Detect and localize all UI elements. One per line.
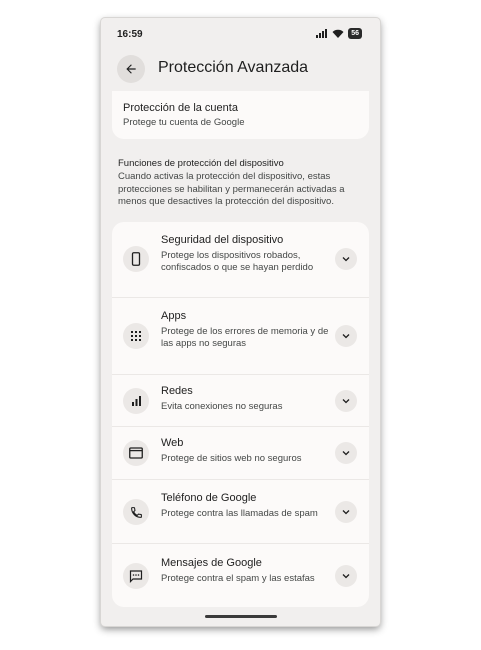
expand-button[interactable] bbox=[335, 501, 357, 523]
phone-device-icon bbox=[123, 246, 149, 272]
account-protection-subtitle: Protege tu cuenta de Google bbox=[123, 117, 245, 128]
phone-screen: 16:59 56 Protección Avanzada Protección … bbox=[101, 18, 380, 626]
item-title: Redes bbox=[161, 385, 193, 397]
cell-signal-icon bbox=[316, 29, 328, 38]
home-indicator[interactable] bbox=[205, 615, 277, 618]
account-protection-card[interactable]: Protección de la cuenta Protege tu cuent… bbox=[112, 91, 369, 139]
app-bar: Protección Avanzada bbox=[101, 54, 380, 94]
expand-button[interactable] bbox=[335, 442, 357, 464]
list-item-apps[interactable]: Apps Protege de los errores de memoria y… bbox=[112, 298, 369, 375]
list-item-device-security[interactable]: Seguridad del dispositivo Protege los di… bbox=[112, 222, 369, 298]
item-description: Protege contra las llamadas de spam bbox=[161, 508, 318, 519]
expand-button[interactable] bbox=[335, 325, 357, 347]
expand-button[interactable] bbox=[335, 565, 357, 587]
status-bar: 16:59 56 bbox=[101, 18, 380, 50]
message-icon bbox=[123, 563, 149, 589]
expand-button[interactable] bbox=[335, 248, 357, 270]
chevron-down-icon bbox=[342, 334, 350, 339]
item-title: Web bbox=[161, 437, 184, 449]
item-description: Protege los dispositivos robados, confis… bbox=[161, 250, 314, 273]
status-icons: 56 bbox=[316, 28, 362, 39]
item-title: Apps bbox=[161, 310, 187, 322]
expand-button[interactable] bbox=[335, 390, 357, 412]
chevron-down-icon bbox=[342, 510, 350, 515]
status-time: 16:59 bbox=[117, 29, 143, 40]
item-description: Protege de sitios web no seguros bbox=[161, 453, 302, 464]
chevron-down-icon bbox=[342, 257, 350, 262]
item-description: Protege de los errores de memoria y de l… bbox=[161, 326, 329, 349]
section-heading: Funciones de protección del dispositivo bbox=[118, 158, 284, 169]
chevron-down-icon bbox=[342, 574, 350, 579]
wifi-icon bbox=[332, 29, 344, 38]
list-item-networks[interactable]: Redes Evita conexiones no seguras bbox=[112, 375, 369, 427]
chevron-down-icon bbox=[342, 451, 350, 456]
page-title: Protección Avanzada bbox=[158, 59, 309, 76]
browser-window-icon bbox=[123, 440, 149, 466]
list-item-web[interactable]: Web Protege de sitios web no seguros bbox=[112, 427, 369, 480]
phone-call-icon bbox=[123, 499, 149, 525]
device-protection-list: Seguridad del dispositivo Protege los di… bbox=[112, 222, 369, 607]
account-protection-title: Protección de la cuenta bbox=[123, 102, 238, 114]
item-description: Protege contra el spam y las estafas bbox=[161, 573, 315, 584]
list-item-google-phone[interactable]: Teléfono de Google Protege contra las ll… bbox=[112, 480, 369, 544]
apps-grid-icon bbox=[123, 323, 149, 349]
list-item-google-messages[interactable]: Mensajes de Google Protege contra el spa… bbox=[112, 544, 369, 607]
item-title: Mensajes de Google bbox=[161, 557, 262, 569]
section-description: Cuando activas la protección del disposi… bbox=[118, 171, 345, 207]
back-button[interactable] bbox=[117, 55, 145, 83]
chevron-down-icon bbox=[342, 399, 350, 404]
item-title: Teléfono de Google bbox=[161, 492, 257, 504]
item-description: Evita conexiones no seguras bbox=[161, 401, 283, 412]
battery-indicator: 56 bbox=[348, 28, 362, 39]
item-title: Seguridad del dispositivo bbox=[161, 234, 284, 246]
arrow-back-icon bbox=[126, 64, 136, 74]
signal-bars-icon bbox=[123, 388, 149, 414]
